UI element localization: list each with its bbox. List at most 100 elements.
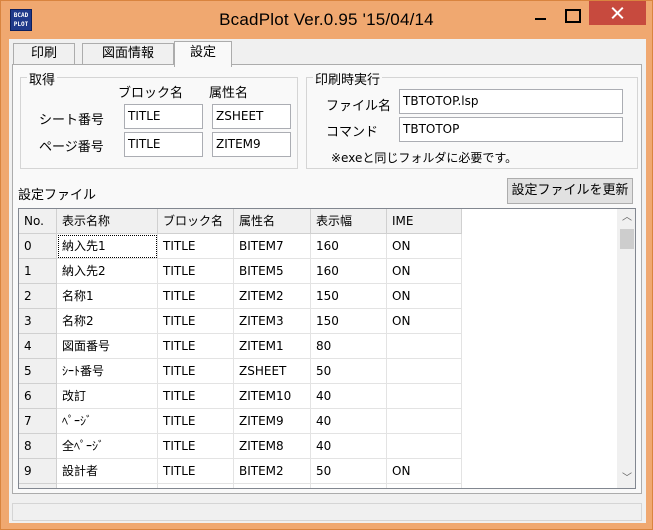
- attr-name-cell[interactable]: BITEM5: [234, 259, 311, 284]
- row-number-cell[interactable]: 7: [19, 409, 57, 434]
- ime-cell[interactable]: [387, 359, 462, 384]
- ime-cell[interactable]: ON: [387, 259, 462, 284]
- row-number-cell[interactable]: 6: [19, 384, 57, 409]
- display-name-cell[interactable]: 改訂: [57, 384, 158, 409]
- sheet-attr-field[interactable]: ZSHEET: [212, 104, 291, 129]
- block-name-cell[interactable]: TITLE: [158, 334, 234, 359]
- display-name-cell[interactable]: 名称1: [57, 284, 158, 309]
- display-name-cell[interactable]: 納入先2: [57, 259, 158, 284]
- scroll-up-icon[interactable]: ︿: [618, 209, 635, 227]
- display-width-cell[interactable]: 50: [311, 359, 387, 384]
- page-block-field[interactable]: TITLE: [124, 132, 203, 157]
- settings-grid[interactable]: No. 表示名称 ブロック名 属性名 表示幅 IME 0 納入先1 TITLE BIT…: [18, 208, 636, 489]
- block-name-cell[interactable]: TITLE: [158, 484, 234, 488]
- table-row[interactable]: 0 納入先1 TITLE BITEM7 160 ON: [19, 234, 462, 259]
- scroll-thumb[interactable]: [620, 229, 634, 249]
- display-width-cell[interactable]: 40: [311, 434, 387, 459]
- row-number-cell[interactable]: 4: [19, 334, 57, 359]
- table-row[interactable]: 9 設計者 TITLE BITEM2 50 ON: [19, 459, 462, 484]
- display-name-cell[interactable]: ｼｰﾄ番号: [57, 359, 158, 384]
- tab-drawing-info[interactable]: 図面情報: [82, 43, 174, 65]
- tab-settings[interactable]: 設定: [174, 41, 232, 67]
- display-width-cell[interactable]: 50: [311, 484, 387, 488]
- close-button[interactable]: [589, 1, 646, 25]
- ime-cell[interactable]: [387, 484, 462, 488]
- ime-cell[interactable]: [387, 409, 462, 434]
- table-row[interactable]: 6 改訂 TITLE ZITEM10 40: [19, 384, 462, 409]
- display-width-cell[interactable]: 40: [311, 409, 387, 434]
- attr-name-cell[interactable]: ZITEM2: [234, 284, 311, 309]
- row-number-cell[interactable]: 8: [19, 434, 57, 459]
- display-name-cell[interactable]: 納入先1: [57, 234, 158, 259]
- attr-name-cell[interactable]: ZITEM10: [234, 384, 311, 409]
- attr-name-cell[interactable]: ZITEM8: [234, 434, 311, 459]
- attr-name-cell[interactable]: BITEM7: [234, 234, 311, 259]
- block-name-cell[interactable]: TITLE: [158, 359, 234, 384]
- ime-cell[interactable]: [387, 384, 462, 409]
- ime-cell[interactable]: [387, 434, 462, 459]
- minimize-button[interactable]: [526, 1, 556, 30]
- column-header-ime[interactable]: IME: [387, 209, 462, 234]
- block-name-cell[interactable]: TITLE: [158, 434, 234, 459]
- attr-name-cell[interactable]: ZITEM1: [234, 334, 311, 359]
- attr-name-cell[interactable]: ZITEM9: [234, 409, 311, 434]
- attr-name-cell[interactable]: BITEM2: [234, 459, 311, 484]
- table-row[interactable]: 10設計日TITLEZITEM550: [19, 484, 462, 488]
- ime-cell[interactable]: ON: [387, 234, 462, 259]
- row-number-cell[interactable]: 10: [19, 484, 57, 488]
- column-header-no[interactable]: No.: [19, 209, 57, 234]
- command-field[interactable]: TBTOTOP: [399, 117, 623, 142]
- block-name-cell[interactable]: TITLE: [158, 459, 234, 484]
- file-name-field[interactable]: TBTOTOP.lsp: [399, 89, 623, 114]
- display-name-cell[interactable]: 図面番号: [57, 334, 158, 359]
- display-name-cell[interactable]: 設計者: [57, 459, 158, 484]
- attr-name-cell[interactable]: ZITEM3: [234, 309, 311, 334]
- row-number-cell[interactable]: 9: [19, 459, 57, 484]
- block-name-cell[interactable]: TITLE: [158, 384, 234, 409]
- tab-print[interactable]: 印刷: [13, 43, 75, 65]
- display-width-cell[interactable]: 160: [311, 234, 387, 259]
- block-name-cell[interactable]: TITLE: [158, 409, 234, 434]
- row-number-cell[interactable]: 0: [19, 234, 57, 259]
- grid-vertical-scrollbar[interactable]: ︿ ﹀: [617, 209, 635, 488]
- display-name-cell[interactable]: 名称2: [57, 309, 158, 334]
- page-attr-field[interactable]: ZITEM9: [212, 132, 291, 157]
- attr-name-cell[interactable]: ZITEM5: [234, 484, 311, 488]
- column-header-block-name[interactable]: ブロック名: [158, 209, 234, 234]
- display-name-cell[interactable]: 設計日: [57, 484, 158, 488]
- ime-cell[interactable]: ON: [387, 309, 462, 334]
- table-row[interactable]: 3 名称2 TITLE ZITEM3 150 ON: [19, 309, 462, 334]
- table-row[interactable]: 4 図面番号 TITLE ZITEM1 80: [19, 334, 462, 359]
- display-name-cell[interactable]: 全ﾍﾟｰｼﾞ: [57, 434, 158, 459]
- display-width-cell[interactable]: 150: [311, 309, 387, 334]
- update-settings-file-button[interactable]: 設定ファイルを更新: [507, 178, 633, 204]
- ime-cell[interactable]: [387, 334, 462, 359]
- block-name-cell[interactable]: TITLE: [158, 259, 234, 284]
- table-row[interactable]: 2 名称1 TITLE ZITEM2 150 ON: [19, 284, 462, 309]
- maximize-button[interactable]: [556, 1, 586, 30]
- row-number-cell[interactable]: 5: [19, 359, 57, 384]
- scroll-down-icon[interactable]: ﹀: [618, 470, 635, 488]
- table-row[interactable]: 5 ｼｰﾄ番号 TITLE ZSHEET 50: [19, 359, 462, 384]
- display-width-cell[interactable]: 40: [311, 384, 387, 409]
- row-number-cell[interactable]: 3: [19, 309, 57, 334]
- display-width-cell[interactable]: 50: [311, 459, 387, 484]
- column-header-display-name[interactable]: 表示名称: [57, 209, 158, 234]
- attr-name-cell[interactable]: ZSHEET: [234, 359, 311, 384]
- table-row[interactable]: 1 納入先2 TITLE BITEM5 160 ON: [19, 259, 462, 284]
- sheet-block-field[interactable]: TITLE: [124, 104, 203, 129]
- table-row[interactable]: 7 ﾍﾟｰｼﾞ TITLE ZITEM9 40: [19, 409, 462, 434]
- block-name-cell[interactable]: TITLE: [158, 234, 234, 259]
- table-row[interactable]: 8 全ﾍﾟｰｼﾞ TITLE ZITEM8 40: [19, 434, 462, 459]
- display-width-cell[interactable]: 80: [311, 334, 387, 359]
- row-number-cell[interactable]: 1: [19, 259, 57, 284]
- ime-cell[interactable]: ON: [387, 284, 462, 309]
- display-width-cell[interactable]: 150: [311, 284, 387, 309]
- column-header-display-width[interactable]: 表示幅: [311, 209, 387, 234]
- block-name-cell[interactable]: TITLE: [158, 309, 234, 334]
- ime-cell[interactable]: ON: [387, 459, 462, 484]
- column-header-attr-name[interactable]: 属性名: [234, 209, 311, 234]
- display-name-cell[interactable]: ﾍﾟｰｼﾞ: [57, 409, 158, 434]
- row-number-cell[interactable]: 2: [19, 284, 57, 309]
- display-width-cell[interactable]: 160: [311, 259, 387, 284]
